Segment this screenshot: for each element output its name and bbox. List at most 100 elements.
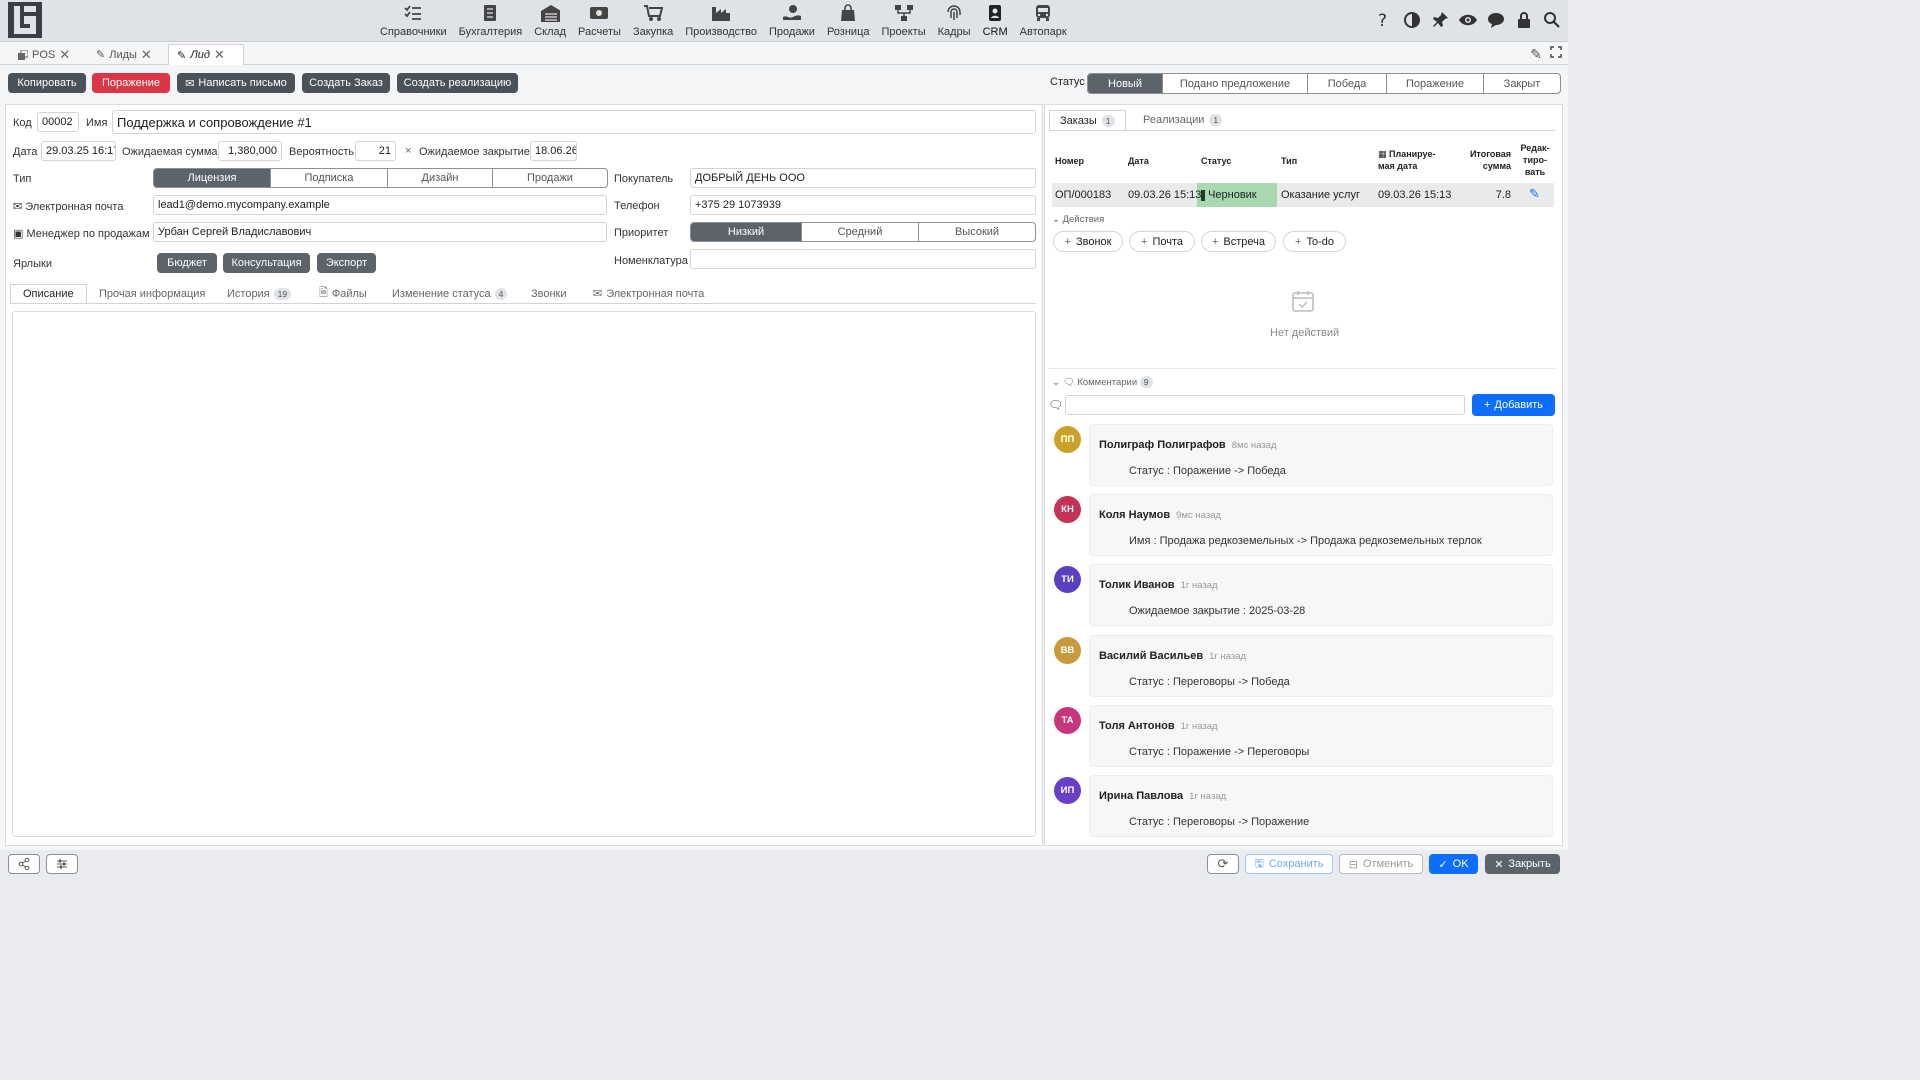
edit-icon[interactable]: ✎ bbox=[1530, 46, 1542, 63]
clear-close-date-icon[interactable]: × bbox=[405, 145, 411, 157]
search-icon[interactable] bbox=[1542, 10, 1562, 30]
name-field[interactable]: Поддержка и сопровождение #1 bbox=[112, 110, 1036, 134]
type-sales[interactable]: Продажи bbox=[493, 169, 607, 187]
settings-button[interactable] bbox=[46, 854, 78, 874]
actions-toggle[interactable]: ⌄ Действия bbox=[1052, 214, 1104, 225]
comment-input[interactable] bbox=[1065, 395, 1465, 415]
module-purchase[interactable]: Закупка bbox=[627, 0, 679, 42]
create-order-button[interactable]: Создать Заказ bbox=[302, 73, 390, 93]
pencil-icon: ✎ bbox=[96, 49, 106, 61]
type-license[interactable]: Лицензия bbox=[154, 169, 271, 187]
type-design[interactable]: Дизайн bbox=[388, 169, 493, 187]
cancel-icon: ⊟ bbox=[1348, 858, 1358, 871]
date-field[interactable]: 29.03.25 16:17 bbox=[41, 141, 116, 161]
subtab-history[interactable]: История 19 bbox=[227, 284, 292, 303]
comment-author: Полиграф Полиграфов 8мс назад bbox=[1099, 439, 1277, 451]
module-crm[interactable]: CRM bbox=[977, 0, 1014, 42]
module-hr[interactable]: Кадры bbox=[932, 0, 977, 42]
module-production[interactable]: Производство bbox=[679, 0, 763, 42]
module-sales[interactable]: Продажи bbox=[763, 0, 821, 42]
expected-close-label: Ожидаемое закрытие bbox=[419, 146, 530, 158]
status-win[interactable]: Победа bbox=[1308, 74, 1387, 93]
action-meeting-button[interactable]: + Встреча bbox=[1201, 231, 1276, 252]
sales-icon bbox=[782, 3, 802, 23]
refresh-button[interactable]: ⟳ bbox=[1207, 854, 1239, 874]
buyer-label: Покупатель bbox=[614, 173, 674, 185]
add-comment-button[interactable]: + Добавить bbox=[1472, 394, 1555, 416]
phone-field[interactable]: +375 29 1073939 bbox=[690, 195, 1036, 215]
envelope-icon: ✉ bbox=[185, 77, 195, 90]
tab-lead[interactable]: ✎ Лид ✕ bbox=[168, 44, 244, 65]
module-references[interactable]: Справочники bbox=[374, 0, 453, 42]
tab-realizations[interactable]: Реализации 1 bbox=[1143, 110, 1223, 130]
module-payments[interactable]: Расчеты bbox=[572, 0, 627, 42]
chat-icon[interactable] bbox=[1486, 10, 1506, 30]
expected-close-field[interactable]: 18.06.26 bbox=[530, 141, 577, 161]
close-icon[interactable]: ✕ bbox=[214, 47, 225, 63]
tag-export[interactable]: Экспорт bbox=[317, 253, 376, 273]
priority-medium[interactable]: Средний bbox=[802, 223, 919, 241]
module-retail[interactable]: Розница bbox=[821, 0, 876, 42]
tab-leads[interactable]: ✎ Лиды ✕ bbox=[88, 44, 160, 65]
lock-icon[interactable] bbox=[1514, 10, 1534, 30]
edit-order-icon[interactable]: ✎ bbox=[1529, 186, 1540, 202]
save-button[interactable]: 🖫 Сохранить bbox=[1245, 854, 1333, 874]
write-letter-button[interactable]: ✉ Написать письмо bbox=[177, 73, 295, 93]
status-proposal[interactable]: Подано предложение bbox=[1163, 74, 1308, 93]
fullscreen-icon[interactable] bbox=[1550, 46, 1562, 63]
code-field[interactable]: 00002 bbox=[37, 112, 79, 132]
right-tabs-divider bbox=[1049, 130, 1555, 131]
priority-low[interactable]: Низкий bbox=[691, 223, 802, 241]
ok-button[interactable]: ✓ OK bbox=[1429, 854, 1478, 874]
module-warehouse[interactable]: Склад bbox=[528, 0, 572, 42]
subtab-files[interactable]: 🗎 Файлы bbox=[319, 284, 367, 303]
module-fleet[interactable]: Автопарк bbox=[1014, 0, 1073, 42]
action-mail-button[interactable]: + Почта bbox=[1129, 231, 1195, 252]
comments-toggle[interactable]: ⌄ 🗨 Комментарии 9 bbox=[1052, 376, 1153, 388]
subtab-description[interactable]: Описание bbox=[10, 284, 87, 303]
manager-label: ▣ Менеджер по продажам bbox=[13, 228, 150, 240]
defeat-button[interactable]: Поражение bbox=[92, 73, 170, 93]
tab-pos[interactable]: POS ✕ bbox=[10, 44, 78, 65]
eye-icon[interactable] bbox=[1458, 10, 1478, 30]
tab-orders[interactable]: Заказы 1 bbox=[1049, 110, 1126, 130]
description-editor[interactable] bbox=[12, 311, 1036, 837]
manager-field[interactable]: Урбан Сергей Владиславович bbox=[153, 222, 607, 242]
status-loss[interactable]: Поражение bbox=[1387, 74, 1484, 93]
type-subscription[interactable]: Подписка bbox=[271, 169, 388, 187]
create-sale-button[interactable]: Создать реализацию bbox=[397, 73, 518, 93]
comments-count-badge: 9 bbox=[1139, 376, 1153, 388]
buyer-field[interactable]: ДОБРЫЙ ДЕНЬ ООО bbox=[690, 168, 1036, 188]
module-projects[interactable]: Проекты bbox=[875, 0, 931, 42]
comment-author: Коля Наумов 9мс назад bbox=[1099, 509, 1221, 521]
status-new[interactable]: Новый bbox=[1088, 74, 1163, 93]
priority-high[interactable]: Высокий bbox=[919, 223, 1035, 241]
module-accounting[interactable]: Бухгалтерия bbox=[453, 0, 529, 42]
status-closed[interactable]: Закрыт bbox=[1484, 74, 1560, 93]
subtab-other-info[interactable]: Прочая информация bbox=[99, 284, 205, 303]
comment-author: Толик Иванов 1г назад bbox=[1099, 579, 1218, 591]
theme-toggle-icon[interactable] bbox=[1402, 10, 1422, 30]
help-icon[interactable]: ? bbox=[1374, 10, 1394, 30]
tag-consultation[interactable]: Консультация bbox=[223, 253, 310, 273]
order-number[interactable]: ОП/000183 bbox=[1055, 189, 1111, 201]
email-field[interactable]: lead1@demo.mycompany.example bbox=[153, 195, 607, 215]
action-todo-button[interactable]: + To-do bbox=[1283, 231, 1346, 252]
action-call-button[interactable]: + Звонок bbox=[1053, 231, 1123, 252]
pin-icon[interactable] bbox=[1430, 10, 1450, 30]
copy-button[interactable]: Копировать bbox=[8, 73, 86, 93]
close-icon[interactable]: ✕ bbox=[141, 47, 152, 63]
comment-item: Полиграф Полиграфов 8мс назад Статус : Пор… bbox=[1089, 424, 1553, 486]
app-logo[interactable] bbox=[8, 2, 42, 38]
expected-sum-field[interactable]: 1,380,000 bbox=[218, 141, 282, 161]
probability-field[interactable]: 21 bbox=[355, 141, 396, 161]
nomenclature-field[interactable] bbox=[690, 249, 1036, 269]
subtab-status-change[interactable]: Изменение статуса 4 bbox=[392, 284, 508, 303]
tag-budget[interactable]: Бюджет bbox=[157, 253, 217, 273]
subtab-email[interactable]: ✉ Электронная почта bbox=[593, 284, 704, 303]
subtab-calls[interactable]: Звонки bbox=[531, 284, 567, 303]
close-button[interactable]: ✕ Закрыть bbox=[1485, 854, 1560, 874]
close-icon[interactable]: ✕ bbox=[59, 47, 70, 63]
cancel-button[interactable]: ⊟ Отменить bbox=[1339, 854, 1423, 874]
share-button[interactable] bbox=[8, 854, 40, 874]
